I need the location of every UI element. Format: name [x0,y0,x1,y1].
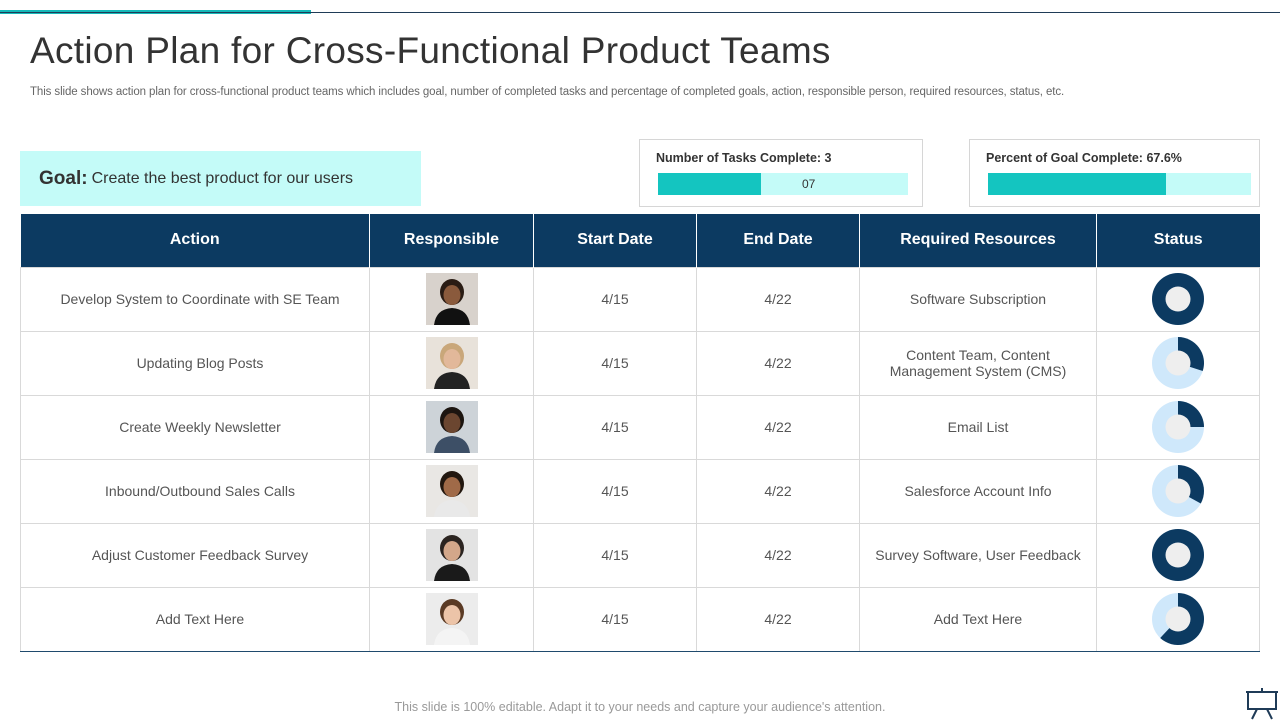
responsible-cell [369,522,534,588]
status-donut-hole [1165,478,1191,504]
person-photo-avatar [425,529,478,581]
start-date-cell: 4/15 [533,586,697,652]
status-donut-hole [1165,286,1191,312]
footer-note: This slide is 100% editable. Adapt it to… [394,700,886,714]
required-resources-cell: Email List [859,394,1097,460]
header-required-resources: Required Resources [859,214,1097,267]
table-row: Updating Blog Posts 4/15 4/22 Content Team,… [20,330,1260,396]
required-resources-cell: Add Text Here [859,586,1097,652]
person-photo-avatar [425,465,478,517]
required-resources-cell: Survey Software, User Feedback [859,522,1097,588]
presentation-easel-icon [1246,688,1278,720]
status-cell [1096,330,1260,396]
start-date-cell: 4/15 [533,266,697,332]
goal-progress-bar [988,173,1251,195]
tasks-progress-fill [658,173,761,195]
goal-text: Create the best product for our users [91,169,354,187]
tasks-progress-bar: 07 [658,173,908,195]
status-donut-chart [1152,529,1204,581]
status-donut-chart [1152,593,1205,645]
start-date-cell: 4/15 [533,330,697,396]
table-row: Adjust Customer Feedback Survey 4/15 4/22 S… [20,522,1260,588]
header-action: Action [20,214,370,267]
responsible-cell [369,266,534,332]
status-cell [1096,586,1260,652]
top-divider [0,12,1280,13]
person-photo-avatar [425,593,478,645]
tasks-complete-card: Number of Tasks Complete: 3 07 [639,139,923,207]
tasks-progress-value: 07 [802,177,816,191]
status-donut-chart [1152,465,1204,517]
start-date-cell: 4/15 [533,458,697,524]
end-date-cell: 4/22 [696,586,860,652]
responsible-cell [369,586,534,652]
responsible-cell [369,458,534,524]
end-date-cell: 4/22 [696,266,860,332]
header-responsible: Responsible [369,214,534,267]
person-photo-avatar [425,401,478,453]
header-end-date: End Date [696,214,860,267]
goal-box: Goal: Create the best product for our us… [20,151,421,206]
action-cell: Develop System to Coordinate with SE Tea… [20,266,370,332]
table-row: Inbound/Outbound Sales Calls 4/15 4/22 Sale… [20,458,1260,524]
start-date-cell: 4/15 [533,394,697,460]
responsible-cell [369,330,534,396]
action-cell: Create Weekly Newsletter [20,394,370,460]
action-cell: Updating Blog Posts [20,330,370,396]
status-cell [1096,266,1260,332]
goal-complete-title: Percent of Goal Complete: 67.6% [986,151,1182,165]
status-donut-chart [1152,273,1204,325]
end-date-cell: 4/22 [696,330,860,396]
action-cell: Add Text Here [20,586,370,652]
action-plan-table: Action Responsible Start Date End Date R… [20,214,1260,652]
status-cell [1096,522,1260,588]
table-row: Create Weekly Newsletter 4/15 4/22 Email Li… [20,394,1260,460]
goal-label: Goal: [39,167,88,189]
status-donut-hole [1165,414,1191,440]
status-donut-hole [1165,542,1191,568]
status-cell [1096,458,1260,524]
end-date-cell: 4/22 [696,522,860,588]
end-date-cell: 4/22 [696,394,860,460]
page-title: Action Plan for Cross-Functional Product… [30,30,831,71]
required-resources-cell: Software Subscription [859,266,1097,332]
status-donut-chart [1152,337,1205,389]
header-status: Status [1096,214,1260,267]
goal-complete-card: Percent of Goal Complete: 67.6% [969,139,1260,207]
action-cell: Adjust Customer Feedback Survey [20,522,370,588]
table-header-row: Action Responsible Start Date End Date R… [20,214,1260,267]
table-row: Develop System to Coordinate with SE Tea… [20,266,1260,332]
responsible-cell [369,394,534,460]
end-date-cell: 4/22 [696,458,860,524]
status-donut-hole [1165,606,1191,632]
tasks-complete-title: Number of Tasks Complete: 3 [656,151,832,165]
person-photo-avatar [425,337,478,389]
status-donut-hole [1165,350,1191,376]
header-start-date: Start Date [533,214,697,267]
table-row: Add Text Here 4/15 4/22 Add Text Here [20,586,1260,652]
start-date-cell: 4/15 [533,522,697,588]
goal-progress-fill [988,173,1166,195]
status-cell [1096,394,1260,460]
required-resources-cell: Salesforce Account Info [859,458,1097,524]
action-cell: Inbound/Outbound Sales Calls [20,458,370,524]
status-donut-chart [1152,401,1204,453]
person-photo-avatar [425,273,478,325]
page-subtitle: This slide shows action plan for cross-f… [30,86,1065,98]
required-resources-cell: Content Team, Content Management System … [859,330,1097,396]
